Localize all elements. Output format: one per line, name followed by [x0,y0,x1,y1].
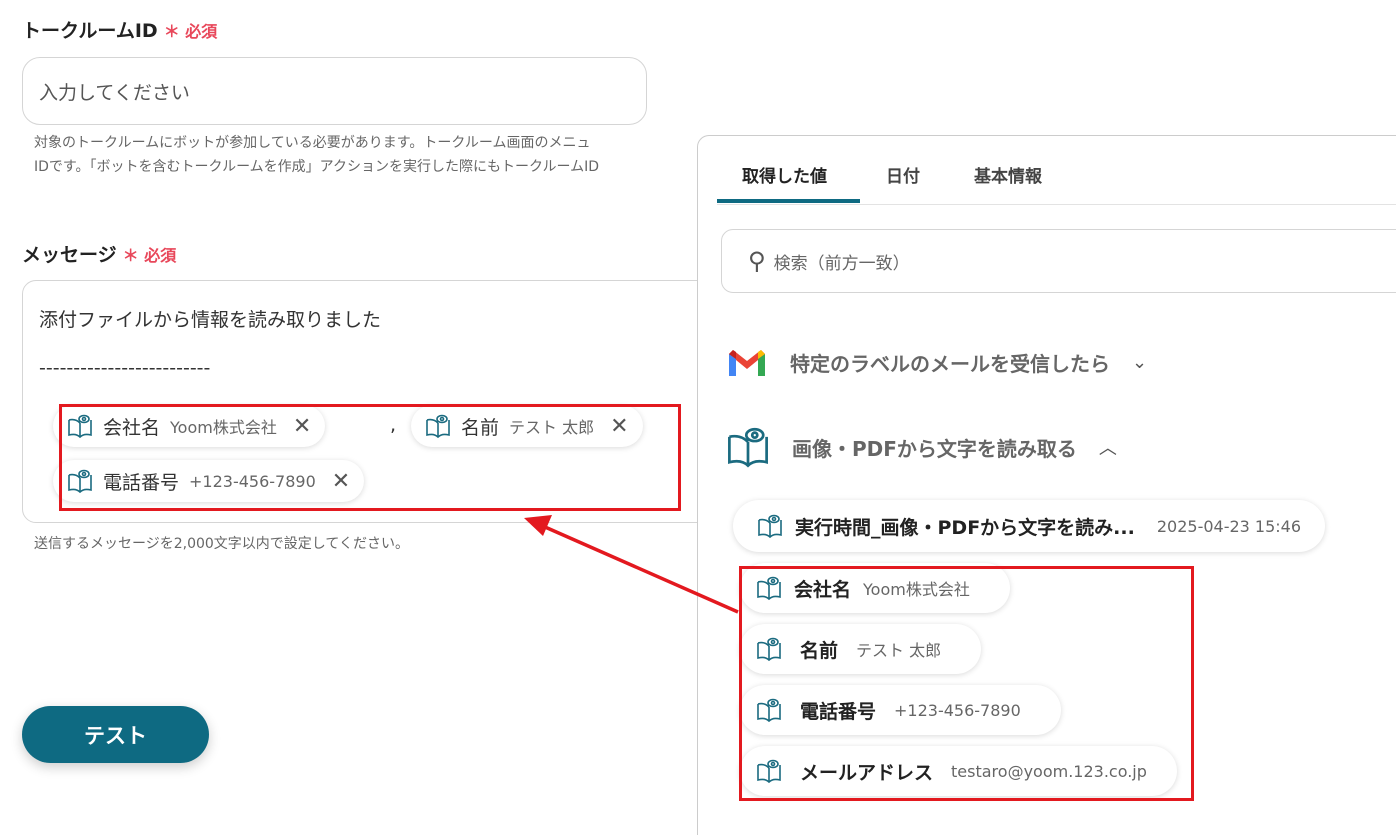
annotation-arrow [524,515,739,614]
